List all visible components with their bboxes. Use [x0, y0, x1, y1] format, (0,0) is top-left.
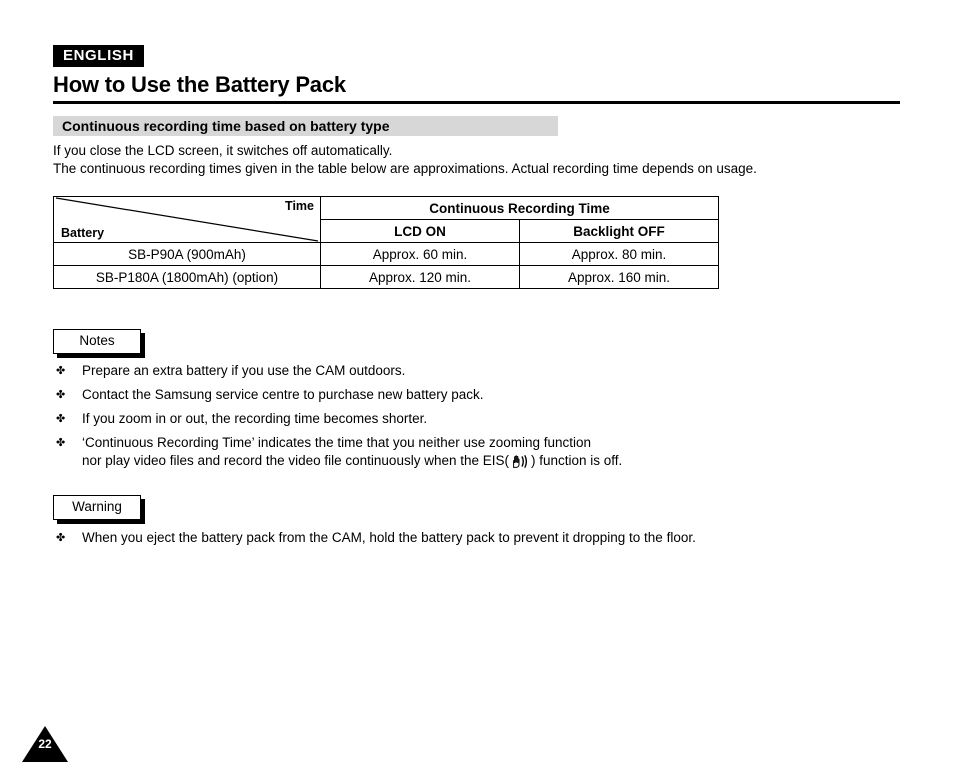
bullet-marker-icon: ✤ — [56, 437, 66, 449]
list-item: ✤ Prepare an extra battery if you use th… — [53, 362, 622, 380]
intro-line-1: If you close the LCD screen, it switches… — [53, 143, 393, 158]
note-text-multiline: ‘Continuous Recording Time’ indicates th… — [82, 434, 622, 470]
intro-paragraph: If you close the LCD screen, it switches… — [53, 142, 757, 178]
table-subheader-backlight-off: Backlight OFF — [519, 219, 719, 243]
intro-line-2: The continuous recording times given in … — [53, 161, 757, 176]
section-heading-bar: Continuous recording time based on batte… — [53, 116, 558, 136]
cell-battery-type: SB-P180A (1800mAh) (option) — [53, 265, 321, 289]
list-item: ✤ ‘Continuous Recording Time’ indicates … — [53, 434, 622, 470]
notes-callout-label: Notes — [79, 333, 115, 348]
page-title: How to Use the Battery Pack — [53, 72, 346, 97]
note-text: Contact the Samsung service centre to pu… — [82, 387, 484, 402]
warning-bullet-list: ✤ When you eject the battery pack from t… — [53, 529, 696, 553]
table-row: SB-P90A (900mAh) Approx. 60 min. Approx.… — [53, 242, 719, 266]
corner-time-label: Time — [285, 199, 314, 213]
notes-bullet-list: ✤ Prepare an extra battery if you use th… — [53, 362, 622, 476]
note-text-line-1: ‘Continuous Recording Time’ indicates th… — [82, 435, 592, 450]
section-heading-label: Continuous recording time based on batte… — [62, 118, 390, 134]
cell-backlight-off-time: Approx. 160 min. — [519, 265, 719, 289]
language-badge: ENGLISH — [53, 45, 144, 67]
note-text-after-icon: ) function is off. — [531, 453, 623, 468]
warning-callout-label: Warning — [72, 499, 122, 514]
list-item: ✤ If you zoom in or out, the recording t… — [53, 410, 622, 428]
title-divider — [53, 101, 900, 104]
cell-backlight-off-time: Approx. 80 min. — [519, 242, 719, 266]
cell-lcd-on-time: Approx. 60 min. — [320, 242, 520, 266]
note-text-line-2: nor play video files and record the vide… — [82, 452, 622, 470]
manual-page: ENGLISH How to Use the Battery Pack Cont… — [0, 0, 954, 779]
page-number: 22 — [38, 737, 52, 751]
note-text-before-icon: nor play video files and record the vide… — [82, 453, 509, 468]
table-header-row-1: Time Battery Continuous Recording Time — [53, 196, 719, 243]
warning-text: When you eject the battery pack from the… — [82, 530, 696, 545]
bullet-marker-icon: ✤ — [56, 389, 66, 401]
cell-lcd-on-time: Approx. 120 min. — [320, 265, 520, 289]
bullet-marker-icon: ✤ — [56, 365, 66, 377]
cell-battery-type: SB-P90A (900mAh) — [53, 242, 321, 266]
list-item: ✤ When you eject the battery pack from t… — [53, 529, 696, 547]
note-text: Prepare an extra battery if you use the … — [82, 363, 406, 378]
table-subheader-lcd-on: LCD ON — [320, 219, 520, 243]
bullet-marker-icon: ✤ — [56, 413, 66, 425]
corner-battery-label: Battery — [61, 226, 105, 240]
list-item: ✤ Contact the Samsung service centre to … — [53, 386, 622, 404]
eis-hand-icon — [509, 454, 531, 469]
warning-callout-box: Warning — [53, 495, 141, 520]
table-row: SB-P180A (1800mAh) (option) Approx. 120 … — [53, 265, 719, 289]
bullet-marker-icon: ✤ — [56, 532, 66, 544]
table-corner-cell: Time Battery — [53, 196, 321, 243]
notes-callout-box: Notes — [53, 329, 141, 354]
note-text: If you zoom in or out, the recording tim… — [82, 411, 428, 426]
table-group-header: Continuous Recording Time — [320, 196, 719, 220]
recording-time-table: Time Battery Continuous Recording Time L… — [53, 196, 719, 289]
